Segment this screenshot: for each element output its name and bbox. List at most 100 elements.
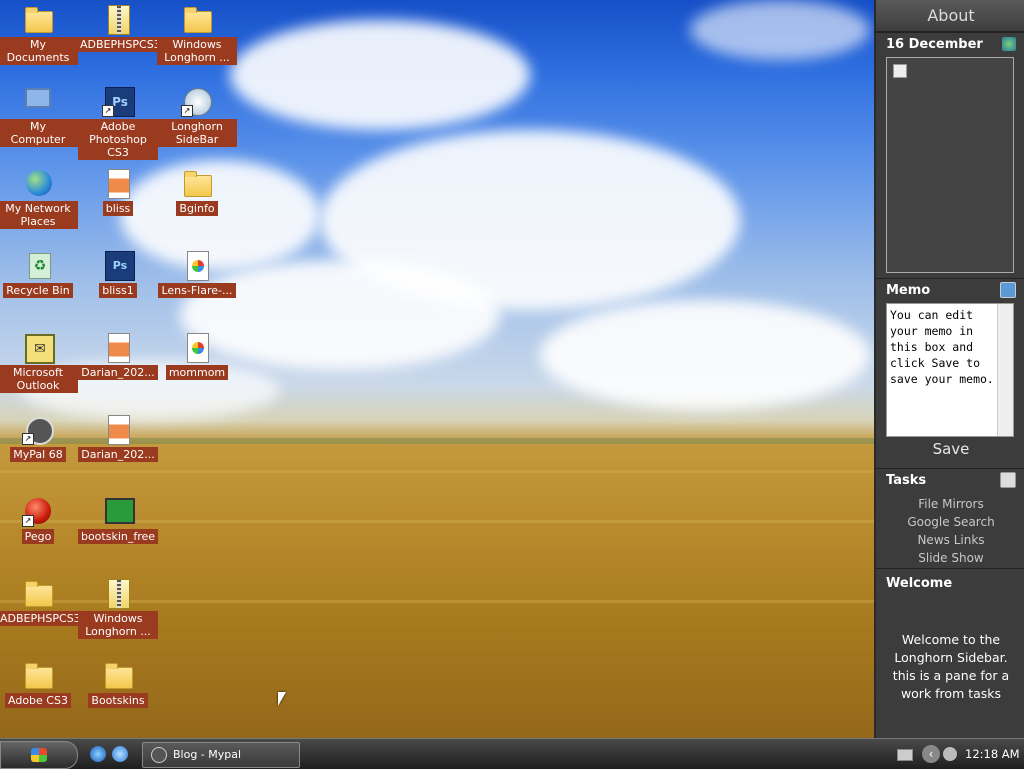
desktop-icon-label: Recycle Bin: [3, 283, 73, 298]
longhorn-sidebar: About 16 December Memo You can edit your…: [874, 0, 1024, 738]
desktop-icon-my-network-places[interactable]: My Network Places: [0, 167, 78, 229]
memo-textarea[interactable]: You can edit your memo in this box and c…: [886, 303, 1014, 437]
desktop-icon-adobe-cs3[interactable]: Adobe CS3: [0, 659, 78, 708]
zip-folder-icon: [102, 577, 134, 609]
desktop-icon-darian-2[interactable]: Darian_202...: [78, 413, 158, 462]
windows-logo-icon: [31, 748, 47, 762]
folder-icon: [181, 167, 213, 199]
desktop-icon-label: Windows Longhorn ...: [78, 611, 158, 639]
taskbar-window-button[interactable]: Blog - Mypal: [142, 742, 300, 768]
raccoon-icon: ↗: [22, 413, 54, 445]
desktop-icon-microsoft-outlook[interactable]: ✉ Microsoft Outlook: [0, 331, 78, 393]
tray-status-icon[interactable]: [943, 747, 957, 761]
tasks-settings-icon[interactable]: [1000, 472, 1016, 488]
desktop-icon-bliss[interactable]: bliss: [78, 167, 158, 216]
recycle-bin-icon: ♻: [22, 249, 54, 281]
desktop-icon-darian-1[interactable]: Darian_202...: [78, 331, 158, 380]
image-document-icon: [102, 331, 134, 363]
disc-icon: ↗: [181, 85, 213, 117]
image-document-icon: [181, 331, 213, 363]
clock[interactable]: 12:18 AM: [965, 739, 1020, 769]
zip-folder-icon: [102, 3, 134, 35]
desktop-icon-label: My Computer: [0, 119, 78, 147]
browser-quicklaunch-icon[interactable]: [112, 746, 128, 762]
desktop-icon-longhorn-sidebar[interactable]: ↗ Longhorn SideBar: [157, 85, 237, 147]
field-band: [0, 470, 874, 473]
desktop-icon-lens-flare[interactable]: Lens-Flare-...: [157, 249, 237, 298]
chevron-left-icon[interactable]: ‹: [922, 745, 940, 763]
image-document-icon: [102, 413, 134, 445]
task-link-slide-show[interactable]: Slide Show: [876, 549, 1024, 567]
monitor-icon: [102, 495, 135, 527]
memo-scrollbar[interactable]: [997, 304, 1013, 436]
record-button-icon: ↗: [22, 495, 54, 527]
desktop-icon-label: bliss1: [99, 283, 137, 298]
memo-text[interactable]: You can edit your memo in this box and c…: [890, 307, 994, 387]
memo-save-button[interactable]: Save: [876, 440, 1024, 458]
desktop-icon-label: mommom: [165, 365, 229, 380]
start-button[interactable]: [0, 741, 78, 769]
desktop-icon-my-computer[interactable]: My Computer: [0, 85, 78, 147]
folder-icon: [102, 659, 134, 691]
notepad-icon[interactable]: [1000, 282, 1016, 298]
task-link-news-links[interactable]: News Links: [876, 531, 1024, 549]
desktop-icon-label: bootskin_free: [77, 529, 159, 544]
desktop-icon-label: My Documents: [0, 37, 78, 65]
desktop-icon-label: Adobe CS3: [5, 693, 71, 708]
folder-icon: [181, 3, 213, 35]
desktop-icon-mypal-68[interactable]: ↗ MyPal 68: [0, 413, 78, 462]
desktop-icon-label: Adobe Photoshop CS3: [78, 119, 158, 160]
desktop-icon-label: Darian_202...: [78, 365, 158, 380]
desktop-icon-adobe-photoshop-cs3[interactable]: Ps ↗ Adobe Photoshop CS3: [78, 85, 158, 160]
desktop-icon-windows-longhorn-folder[interactable]: Windows Longhorn ...: [157, 3, 237, 65]
welcome-title: Welcome: [886, 575, 953, 591]
desktop-icon-bootskins[interactable]: Bootskins: [78, 659, 158, 708]
desktop-icon-bginfo[interactable]: Bginfo: [157, 167, 237, 216]
desktop-icon-label: Pego: [21, 529, 55, 544]
computer-icon: [22, 85, 54, 117]
task-link-file-mirrors[interactable]: File Mirrors: [876, 495, 1024, 513]
desktop-icon-bliss1[interactable]: Ps bliss1: [78, 249, 158, 298]
raccoon-icon: [151, 747, 167, 763]
calendar-header: 16 December: [876, 33, 1024, 55]
desktop-icon-label: My Network Places: [0, 201, 78, 229]
mouse-cursor: [278, 692, 286, 706]
keyboard-icon[interactable]: [897, 749, 913, 761]
tasks-tile: Tasks File Mirrors Google Search News Li…: [876, 468, 1024, 567]
photoshop-icon: Ps ↗: [102, 85, 135, 117]
desktop-icon-pego[interactable]: ↗ Pego: [0, 495, 78, 544]
tasks-title: Tasks: [886, 472, 927, 488]
desktop-icon-my-documents[interactable]: My Documents: [0, 3, 78, 65]
desktop-icon-recycle-bin[interactable]: ♻ Recycle Bin: [0, 249, 78, 298]
cloud: [690, 0, 870, 60]
calendar-date: 16 December: [886, 36, 983, 52]
desktop-icon-label: Darian_202...: [78, 447, 158, 462]
calendar-tile: 16 December: [876, 32, 1024, 273]
taskbar-window-label: Blog - Mypal: [173, 748, 242, 761]
cloud: [540, 300, 870, 410]
outlook-icon: ✉: [22, 331, 55, 364]
sidebar-about-button[interactable]: About: [876, 0, 1024, 32]
tasks-header: Tasks: [876, 469, 1024, 491]
desktop-icon-label: Windows Longhorn ...: [157, 37, 237, 65]
desktop-icon-adbephspcs3-zip[interactable]: ADBEPHSPCS3: [77, 3, 161, 52]
desktop-icon-label: Lens-Flare-...: [158, 283, 236, 298]
task-link-google-search[interactable]: Google Search: [876, 513, 1024, 531]
desktop-icon-windows-longhorn-zip[interactable]: Windows Longhorn ...: [78, 577, 158, 639]
taskbar: Blog - Mypal ‹ 12:18 AM: [0, 738, 1024, 769]
welcome-header: Welcome: [876, 569, 1024, 597]
desktop-icon-label: Microsoft Outlook: [0, 365, 78, 393]
desktop-icon-label: Bootskins: [88, 693, 148, 708]
internet-explorer-icon[interactable]: [90, 746, 106, 762]
desktop-icon-bootskin-free[interactable]: bootskin_free: [77, 495, 159, 544]
cloud: [230, 20, 530, 130]
desktop-icon-label: bliss: [102, 201, 134, 216]
desktop-icon-adbephspcs3-folder[interactable]: ADBEPHSPCS3: [0, 577, 81, 626]
desktop-icon-label: ADBEPHSPCS3: [0, 611, 81, 626]
desktop-icon-label: ADBEPHSPCS3: [77, 37, 161, 52]
globe-icon[interactable]: [1002, 37, 1016, 51]
desktop-icon-mommom[interactable]: mommom: [157, 331, 237, 380]
folder-icon: [22, 659, 54, 691]
calendar-pane: [886, 57, 1014, 273]
desktop-icon-label: Longhorn SideBar: [157, 119, 237, 147]
